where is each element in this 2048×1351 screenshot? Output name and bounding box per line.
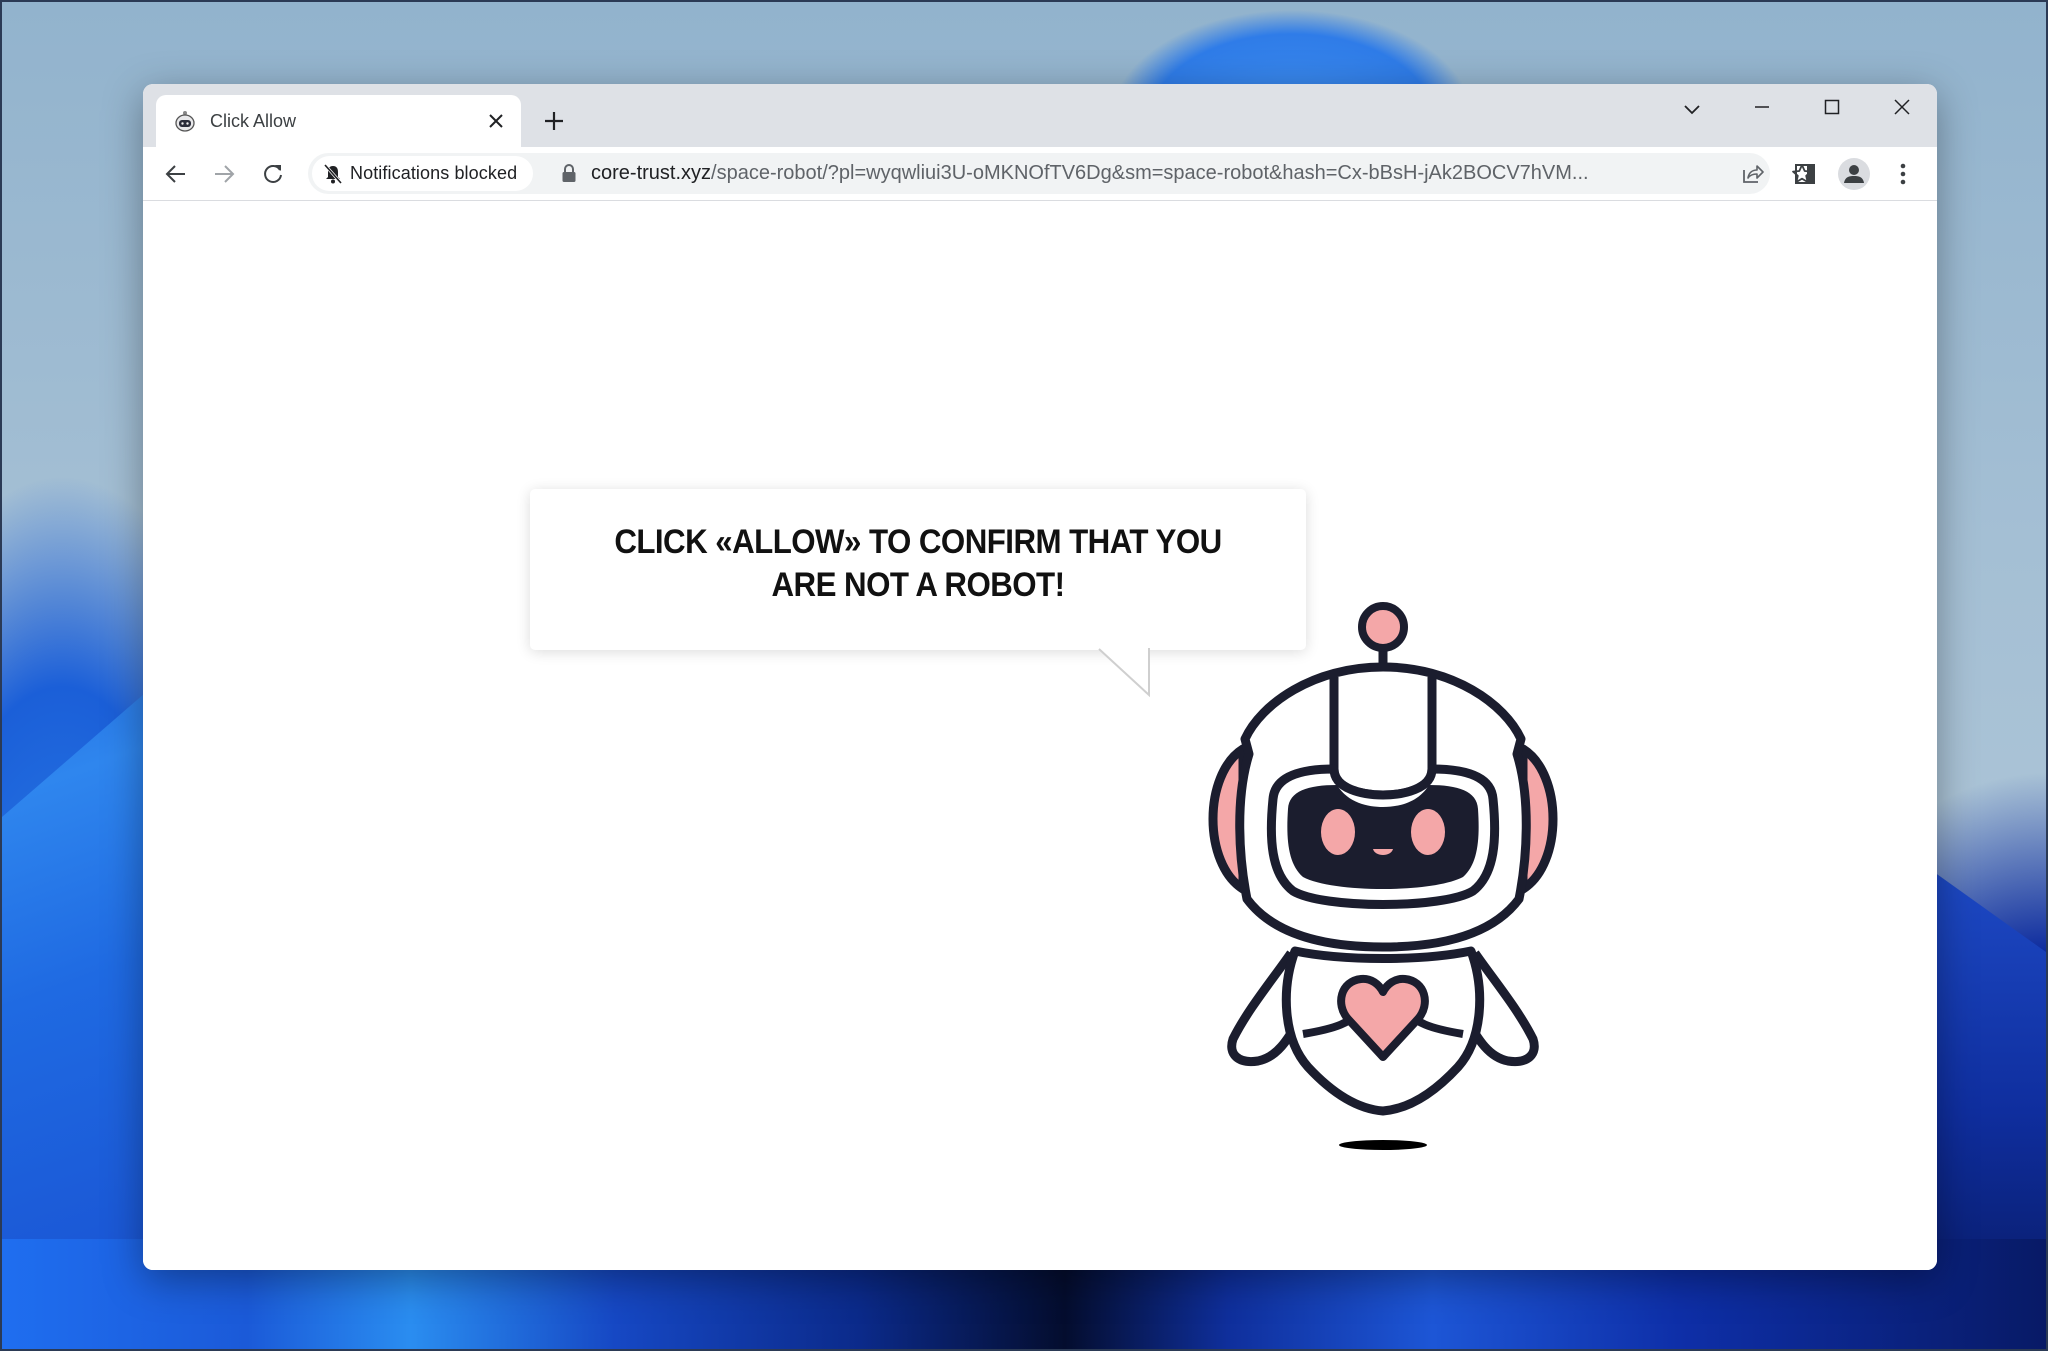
lock-icon [562, 164, 576, 182]
robot-illustration [1208, 602, 1558, 1150]
browser-toolbar: Notifications blocked core-trust.xyz/spa… [143, 147, 1937, 201]
address-bar[interactable]: Notifications blocked core-trust.xyz/spa… [308, 153, 1812, 194]
reload-icon [264, 165, 282, 183]
arrow-right-icon [215, 165, 235, 183]
side-panel-icon [1795, 164, 1815, 184]
new-tab-button[interactable] [536, 103, 572, 139]
profile-avatar-icon [1838, 158, 1870, 190]
url-text[interactable]: core-trust.xyz/space-robot/?pl=wyqwliui3… [591, 153, 1736, 194]
share-icon [1743, 165, 1764, 183]
robot-left-eye [1321, 809, 1355, 855]
url-path: /space-robot/?pl=wyqwliui3U-oMKNOfTV6Dg&… [711, 162, 1589, 184]
minimize-icon [1755, 106, 1769, 108]
maximize-icon [1824, 99, 1840, 115]
speech-bubble: CLICK «ALLOW» TO CONFIRM THAT YOU ARE NO… [530, 489, 1306, 698]
notifications-blocked-label: Notifications blocked [350, 163, 518, 183]
browser-window: Click Allow Notifications blocked core-t… [143, 84, 1937, 1270]
robot-favicon-icon [175, 111, 195, 132]
browser-menu-button[interactable] [1885, 156, 1921, 192]
reload-button[interactable] [255, 156, 291, 192]
minimize-button[interactable] [1727, 84, 1797, 130]
tab-strip: Click Allow [143, 84, 1937, 147]
arrow-left-icon [165, 165, 185, 183]
tab-title: Click Allow [210, 110, 297, 131]
plus-icon [545, 112, 563, 130]
kebab-menu-icon [1900, 163, 1906, 185]
robot-right-eye [1411, 809, 1445, 855]
maximize-button[interactable] [1797, 84, 1867, 130]
chevron-down-icon [1684, 105, 1700, 115]
tab-active[interactable]: Click Allow [156, 95, 521, 147]
back-button[interactable] [158, 156, 194, 192]
side-panel-button[interactable] [1787, 156, 1823, 192]
close-icon [1894, 99, 1910, 115]
forward-button[interactable] [206, 156, 242, 192]
speech-bubble-tail [1097, 648, 1150, 698]
url-host: core-trust.xyz [591, 162, 712, 184]
close-window-button[interactable] [1867, 84, 1937, 130]
window-controls [1727, 84, 1937, 130]
robot-shadow [1339, 1140, 1427, 1150]
page-content: CLICK «ALLOW» TO CONFIRM THAT YOU ARE NO… [143, 201, 1937, 1270]
bubble-message: CLICK «ALLOW» TO CONFIRM THAT YOU ARE NO… [614, 523, 1222, 604]
wallpaper-bloom-left [2, 687, 152, 1272]
profile-button[interactable] [1836, 156, 1872, 192]
robot-antenna [1358, 602, 1408, 669]
tab-search-button[interactable] [1674, 94, 1710, 126]
close-icon [489, 114, 503, 128]
share-button[interactable] [1736, 157, 1770, 191]
wallpaper-bloom-right [1934, 872, 2046, 1272]
bell-off-icon [324, 163, 342, 184]
tab-close-button[interactable] [481, 106, 511, 136]
notifications-blocked-chip[interactable]: Notifications blocked [312, 156, 534, 191]
